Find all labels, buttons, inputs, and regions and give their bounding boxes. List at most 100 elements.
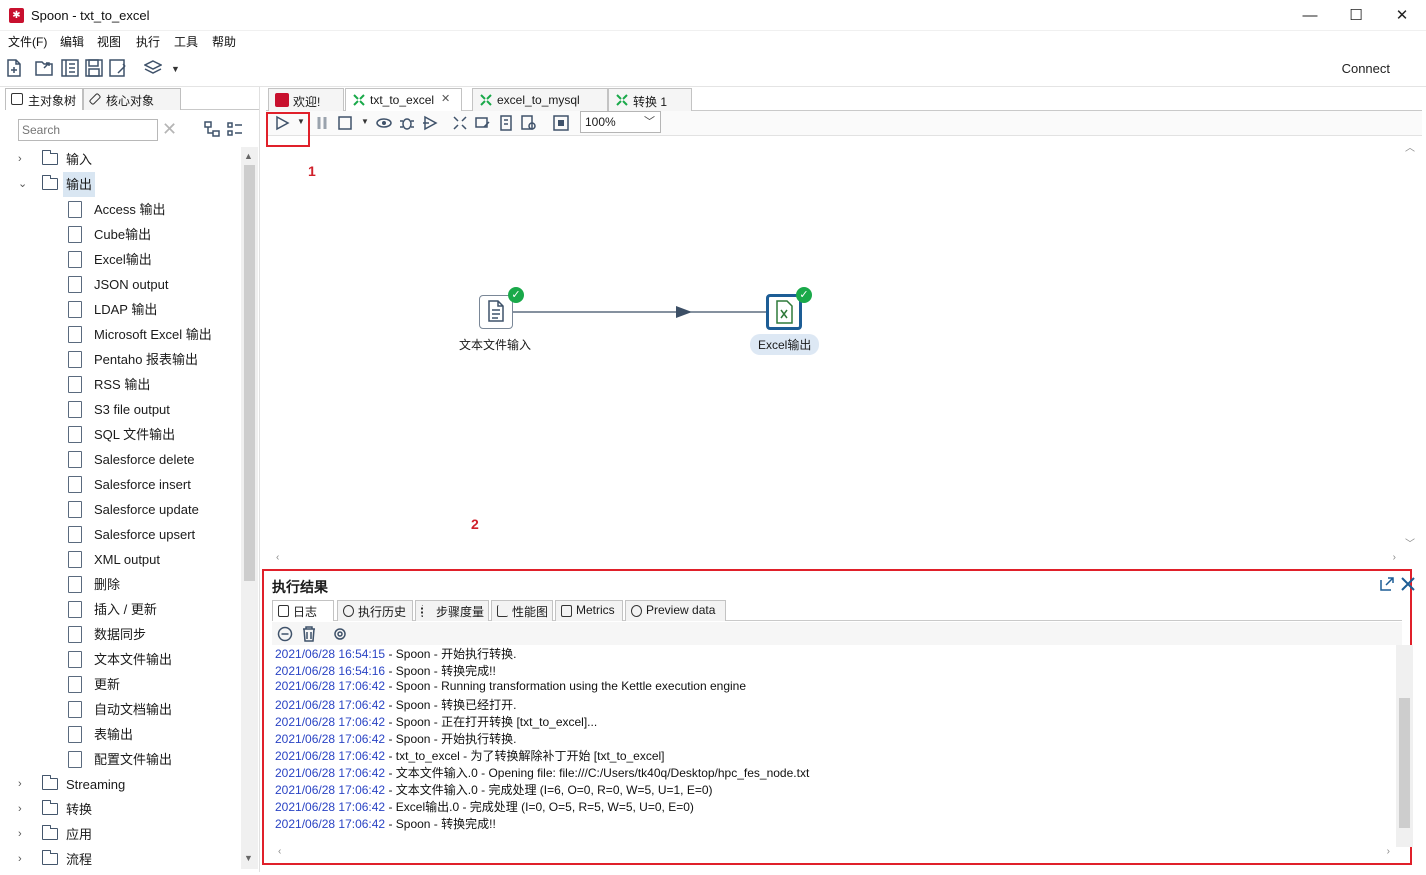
debug-icon[interactable] bbox=[399, 115, 415, 131]
open-file-icon[interactable] bbox=[35, 59, 55, 77]
canvas-horizontal-scrollbar[interactable]: ‹ › bbox=[272, 552, 1400, 567]
tab-excel-to-mysql[interactable]: excel_to_mysql bbox=[472, 88, 608, 111]
stop-options-dropdown-icon[interactable]: ▼ bbox=[361, 117, 369, 126]
step-text-file-input[interactable] bbox=[479, 295, 513, 329]
tree-step-item[interactable]: Pentaho 报表输出 bbox=[5, 347, 241, 372]
trash-icon[interactable] bbox=[301, 626, 317, 642]
tree-step-item[interactable]: S3 file output bbox=[5, 397, 241, 422]
tree-category-item[interactable]: › 转换 bbox=[5, 797, 241, 822]
tree-step-item[interactable]: 自动文档输出 bbox=[5, 697, 241, 722]
impact-icon[interactable] bbox=[475, 115, 491, 131]
verify-icon[interactable] bbox=[452, 115, 468, 131]
tree-step-item[interactable]: XML output bbox=[5, 547, 241, 572]
menu-help[interactable]: 帮助 bbox=[212, 33, 236, 50]
tab-step-metrics[interactable]: 步骤度量 bbox=[415, 600, 489, 621]
menu-edit[interactable]: 编辑 bbox=[60, 33, 84, 50]
stop-icon[interactable] bbox=[337, 115, 353, 131]
explore-repository-icon[interactable] bbox=[61, 59, 79, 77]
chevron-right-icon[interactable]: › bbox=[18, 847, 28, 869]
scroll-left-icon[interactable]: ‹ bbox=[278, 846, 281, 857]
scroll-left-icon[interactable]: ‹ bbox=[276, 552, 279, 563]
tree-step-item[interactable]: Salesforce insert bbox=[5, 472, 241, 497]
layers-dropdown-icon[interactable]: ▼ bbox=[171, 64, 180, 74]
chevron-right-icon[interactable]: › bbox=[18, 147, 28, 172]
layers-icon[interactable] bbox=[144, 59, 162, 77]
scroll-down-icon[interactable]: ﹀ bbox=[1405, 535, 1415, 550]
tree-category-item[interactable]: › 输入 bbox=[5, 147, 241, 172]
tree-step-item[interactable]: Access 输出 bbox=[5, 197, 241, 222]
explore-db-icon[interactable] bbox=[521, 115, 537, 131]
replay-icon[interactable] bbox=[422, 115, 438, 131]
tree-scrollbar-thumb[interactable] bbox=[244, 165, 255, 581]
tree-step-item[interactable]: Salesforce update bbox=[5, 497, 241, 522]
tab-execution-history[interactable]: 执行历史 bbox=[337, 600, 413, 621]
tree-step-item[interactable]: Excel输出 bbox=[5, 247, 241, 272]
pause-icon[interactable] bbox=[314, 115, 330, 131]
scroll-right-icon[interactable]: › bbox=[1393, 552, 1396, 563]
tree-step-item[interactable]: 删除 bbox=[5, 572, 241, 597]
tree-step-item[interactable]: 数据同步 bbox=[5, 622, 241, 647]
menu-run[interactable]: 执行 bbox=[136, 33, 160, 50]
scroll-up-icon[interactable]: ︿ bbox=[1405, 139, 1415, 154]
clear-search-icon[interactable]: ✕ bbox=[162, 120, 180, 138]
chevron-right-icon[interactable]: › bbox=[18, 797, 28, 822]
menu-file[interactable]: 文件(F) bbox=[8, 33, 47, 50]
minimize-button[interactable]: — bbox=[1287, 0, 1333, 31]
sql-icon[interactable] bbox=[498, 115, 514, 131]
menu-tools[interactable]: 工具 bbox=[174, 33, 198, 50]
tab-transformation-1[interactable]: 转换 1 bbox=[608, 88, 692, 111]
canvas-vertical-scrollbar[interactable]: ︿ ﹀ bbox=[1402, 137, 1418, 552]
tree-step-item[interactable]: 文本文件输出 bbox=[5, 647, 241, 672]
tree-step-item[interactable]: Cube输出 bbox=[5, 222, 241, 247]
tree-step-item[interactable]: 表输出 bbox=[5, 722, 241, 747]
scroll-down-icon[interactable]: ▼ bbox=[244, 853, 253, 863]
tab-welcome[interactable]: 欢迎! bbox=[268, 88, 344, 111]
chevron-right-icon[interactable]: › bbox=[18, 772, 28, 797]
log-scrollbar-thumb[interactable] bbox=[1399, 698, 1410, 828]
tab-preview-data[interactable]: Preview data bbox=[625, 600, 726, 621]
chevron-right-icon[interactable]: › bbox=[18, 822, 28, 847]
preview-icon[interactable] bbox=[376, 115, 392, 131]
tab-txt-to-excel[interactable]: txt_to_excel ✕ bbox=[345, 88, 462, 112]
chevron-down-icon[interactable]: ⌄ bbox=[18, 172, 28, 197]
tree-step-item[interactable]: Salesforce upsert bbox=[5, 522, 241, 547]
tree-step-item[interactable]: 插入 / 更新 bbox=[5, 597, 241, 622]
maximize-button[interactable]: ☐ bbox=[1333, 0, 1379, 31]
save-icon[interactable] bbox=[85, 59, 103, 77]
save-as-icon[interactable] bbox=[109, 59, 127, 77]
tree-step-item[interactable]: Microsoft Excel 输出 bbox=[5, 322, 241, 347]
show-results-icon[interactable] bbox=[553, 115, 569, 131]
menu-view[interactable]: 视图 bbox=[97, 33, 121, 50]
tree-step-item[interactable]: 配置文件输出 bbox=[5, 747, 241, 772]
maximize-panel-icon[interactable] bbox=[1379, 576, 1395, 592]
close-window-button[interactable]: ✕ bbox=[1379, 0, 1425, 31]
close-panel-icon[interactable] bbox=[1400, 576, 1416, 592]
tab-main-tree[interactable]: 主对象树 bbox=[5, 88, 83, 110]
scroll-up-icon[interactable]: ▲ bbox=[244, 151, 253, 161]
tree-category-item[interactable]: › Streaming bbox=[5, 772, 241, 797]
tab-performance-graph[interactable]: 性能图 bbox=[491, 600, 553, 621]
new-file-icon[interactable] bbox=[6, 59, 22, 77]
tab-core-objects[interactable]: 核心对象 bbox=[83, 88, 181, 110]
expand-all-icon[interactable] bbox=[227, 121, 243, 137]
tree-step-item[interactable]: SQL 文件输出 bbox=[5, 422, 241, 447]
tree-step-item[interactable]: RSS 输出 bbox=[5, 372, 241, 397]
tree-step-item[interactable]: LDAP 输出 bbox=[5, 297, 241, 322]
tree-step-item[interactable]: Salesforce delete bbox=[5, 447, 241, 472]
tree-category-item[interactable]: ⌄ 输出 bbox=[5, 172, 241, 197]
tree-category-item[interactable]: › 流程 bbox=[5, 847, 241, 869]
connect-button[interactable]: Connect bbox=[1342, 61, 1390, 76]
chevron-down-icon[interactable]: ﹀ bbox=[644, 113, 655, 129]
hop-arrow[interactable] bbox=[512, 300, 767, 324]
tab-metrics[interactable]: Metrics bbox=[555, 600, 623, 621]
log-horizontal-scrollbar[interactable]: ‹ › bbox=[272, 846, 1396, 861]
tab-log[interactable]: 日志 bbox=[272, 600, 334, 621]
tree-step-item[interactable]: JSON output bbox=[5, 272, 241, 297]
scroll-right-icon[interactable]: › bbox=[1387, 846, 1390, 857]
search-input[interactable] bbox=[18, 119, 158, 141]
tree-category-item[interactable]: › 应用 bbox=[5, 822, 241, 847]
collapse-all-icon[interactable] bbox=[204, 121, 220, 137]
close-tab-icon[interactable]: ✕ bbox=[441, 92, 450, 105]
transformation-canvas[interactable] bbox=[266, 137, 1422, 567]
tree-step-item[interactable]: 更新 bbox=[5, 672, 241, 697]
